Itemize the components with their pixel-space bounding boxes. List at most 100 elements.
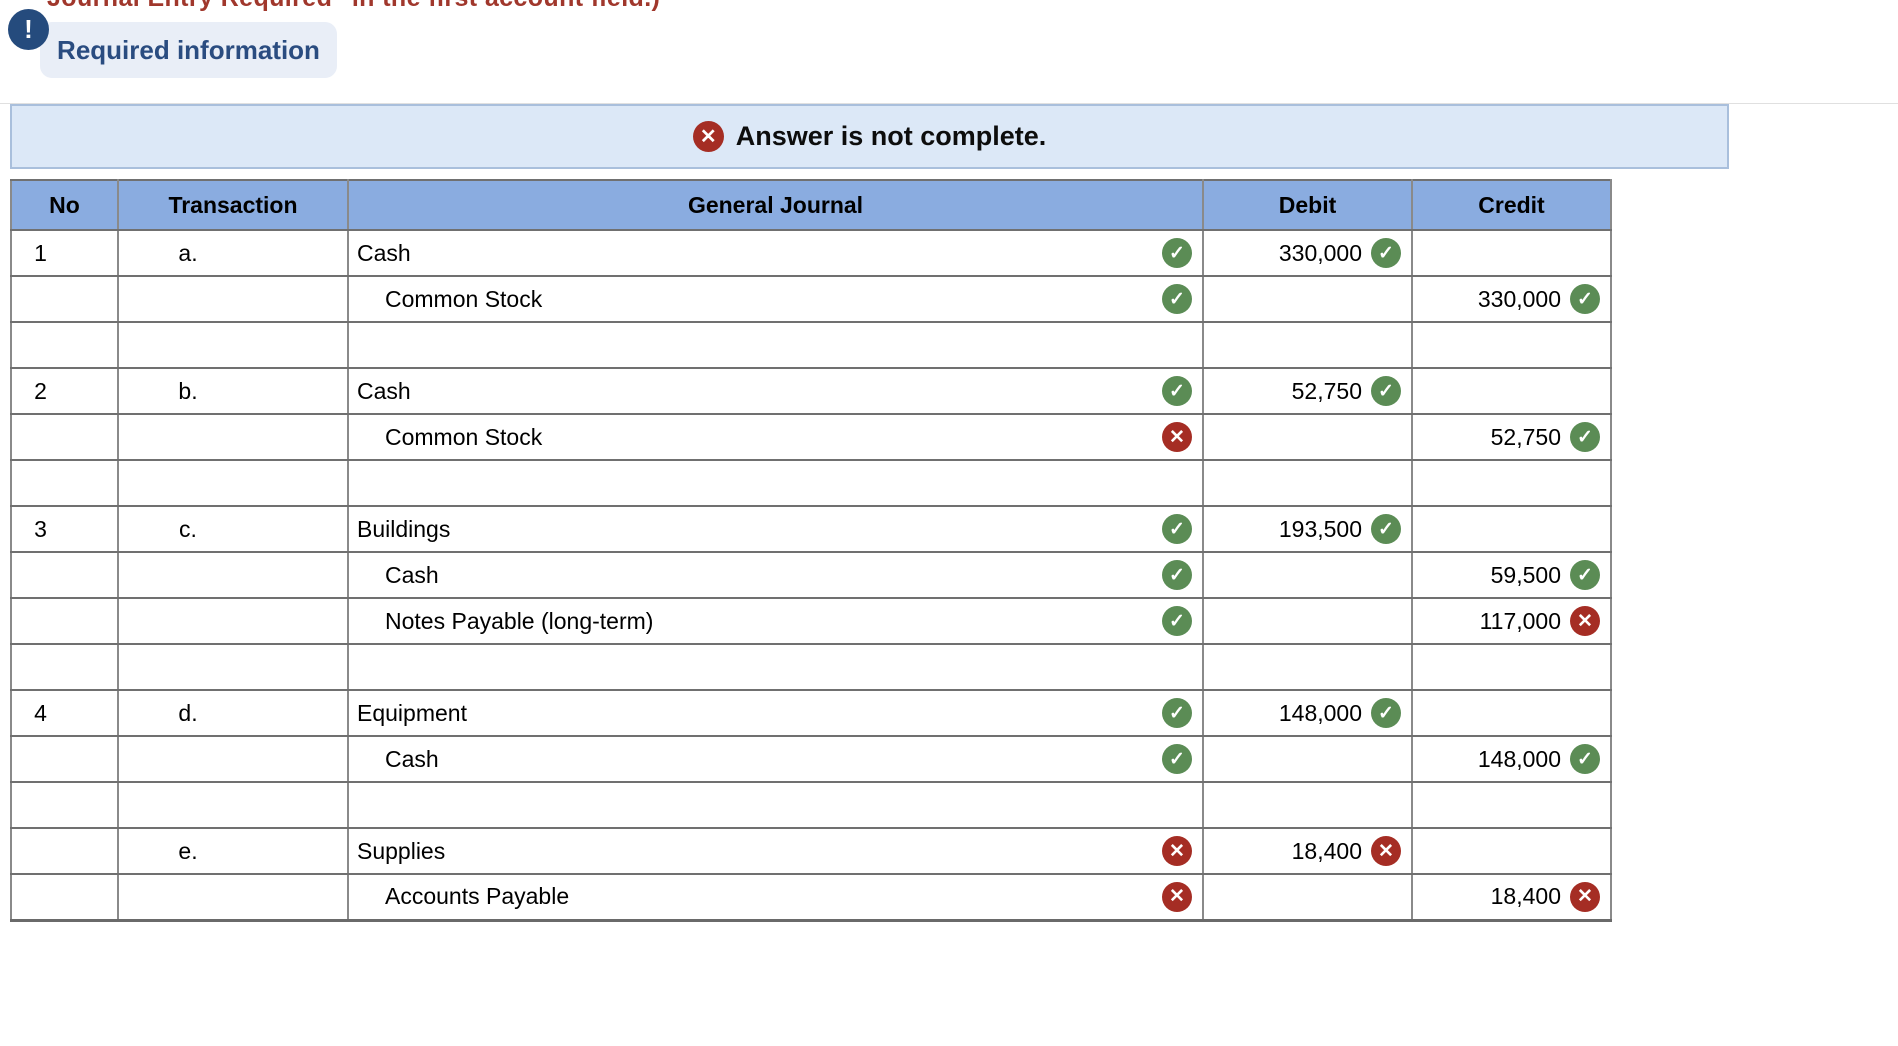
- truncated-instruction-text: Journal Entry Required" in the first acc…: [47, 0, 660, 13]
- credit-cell: [1411, 781, 1612, 829]
- credit-cell: 330,000 ✓: [1411, 275, 1612, 323]
- account-name: Accounts Payable: [385, 883, 570, 910]
- debit-amount: 330,000: [1278, 239, 1362, 266]
- account-cell: [347, 321, 1204, 369]
- transaction-cell: [117, 275, 349, 323]
- journal-row: [10, 321, 1612, 369]
- account-cell: Supplies ✕: [347, 827, 1204, 875]
- debit-cell: [1202, 643, 1413, 691]
- journal-row: Common Stock ✕ 52,750 ✓: [10, 413, 1612, 461]
- exclamation-icon: !: [8, 9, 49, 50]
- journal-row: 1 a. Cash ✓ 330,000 ✓: [10, 229, 1612, 277]
- check-circle-icon: ✓: [1570, 744, 1600, 774]
- answer-status-banner: ✕ Answer is not complete.: [10, 104, 1729, 169]
- check-circle-icon: ✓: [1371, 238, 1401, 268]
- no-cell: [10, 781, 119, 829]
- journal-row: 2 b. Cash ✓ 52,750 ✓: [10, 367, 1612, 415]
- debit-cell: 193,500 ✓: [1202, 505, 1413, 553]
- credit-cell: [1411, 459, 1612, 507]
- no-cell: 4: [10, 689, 119, 737]
- check-circle-icon: ✓: [1162, 606, 1192, 636]
- transaction-cell: [117, 321, 349, 369]
- general-journal-table: No Transaction General Journal Debit Cre…: [10, 179, 1612, 922]
- table-header-row: No Transaction General Journal Debit Cre…: [10, 179, 1612, 231]
- header-no: No: [10, 179, 119, 231]
- debit-cell: [1202, 321, 1413, 369]
- journal-row: Notes Payable (long-term) ✓ 117,000 ✕: [10, 597, 1612, 645]
- check-circle-icon: ✓: [1162, 560, 1192, 590]
- account-cell: [347, 781, 1204, 829]
- transaction-cell: a.: [117, 229, 349, 277]
- x-circle-icon: ✕: [1162, 422, 1192, 452]
- debit-cell: [1202, 781, 1413, 829]
- journal-row: Accounts Payable ✕ 18,400 ✕: [10, 873, 1612, 921]
- transaction-cell: c.: [117, 505, 349, 553]
- no-cell: [10, 873, 119, 921]
- journal-row: [10, 643, 1612, 691]
- account-name: Cash: [385, 561, 439, 588]
- account-name: Cash: [385, 745, 439, 772]
- account-cell: Cash ✓: [347, 229, 1204, 277]
- debit-cell: [1202, 459, 1413, 507]
- credit-cell: [1411, 827, 1612, 875]
- x-circle-icon: ✕: [1371, 836, 1401, 866]
- journal-row: 4 d. Equipment ✓ 148,000 ✓: [10, 689, 1612, 737]
- journal-row: [10, 459, 1612, 507]
- journal-row: Cash ✓ 148,000 ✓: [10, 735, 1612, 783]
- credit-cell: [1411, 321, 1612, 369]
- no-cell: 3: [10, 505, 119, 553]
- check-circle-icon: ✓: [1371, 698, 1401, 728]
- x-circle-icon: ✕: [1162, 881, 1192, 912]
- credit-cell: 18,400 ✕: [1411, 873, 1612, 921]
- transaction-cell: [117, 551, 349, 599]
- credit-amount: 18,400: [1490, 883, 1561, 910]
- header-debit: Debit: [1202, 179, 1413, 231]
- account-name: Cash: [357, 239, 411, 266]
- x-circle-icon: ✕: [1570, 881, 1600, 912]
- header-general-journal: General Journal: [347, 179, 1204, 231]
- transaction-cell: [117, 781, 349, 829]
- no-cell: [10, 321, 119, 369]
- account-cell: Accounts Payable ✕: [347, 873, 1204, 921]
- debit-cell: 148,000 ✓: [1202, 689, 1413, 737]
- required-information-pill: Required information: [40, 22, 337, 78]
- credit-cell: 148,000 ✓: [1411, 735, 1612, 783]
- debit-amount: 193,500: [1278, 515, 1362, 542]
- account-cell: Buildings ✓: [347, 505, 1204, 553]
- banner-message: Answer is not complete.: [735, 121, 1047, 151]
- transaction-cell: [117, 597, 349, 645]
- credit-amount: 330,000: [1477, 285, 1561, 312]
- question-review-page: Journal Entry Required" in the first acc…: [0, 0, 1898, 1046]
- debit-cell: 330,000 ✓: [1202, 229, 1413, 277]
- account-cell: Cash ✓: [347, 551, 1204, 599]
- no-cell: 1: [10, 229, 119, 277]
- journal-row: 3 c. Buildings ✓ 193,500 ✓: [10, 505, 1612, 553]
- transaction-cell: e.: [117, 827, 349, 875]
- no-cell: [10, 275, 119, 323]
- no-cell: [10, 643, 119, 691]
- no-cell: [10, 735, 119, 783]
- debit-amount: 52,750: [1291, 377, 1362, 404]
- debit-cell: 18,400 ✕: [1202, 827, 1413, 875]
- x-circle-icon: ✕: [692, 121, 724, 152]
- transaction-cell: [117, 459, 349, 507]
- credit-amount: 117,000: [1479, 607, 1561, 634]
- no-cell: [10, 413, 119, 461]
- check-circle-icon: ✓: [1570, 422, 1600, 452]
- no-cell: [10, 597, 119, 645]
- check-circle-icon: ✓: [1570, 560, 1600, 590]
- journal-row: e. Supplies ✕ 18,400 ✕: [10, 827, 1612, 875]
- credit-amount: 148,000: [1477, 745, 1561, 772]
- account-name: Common Stock: [385, 285, 543, 312]
- transaction-cell: [117, 413, 349, 461]
- account-cell: Cash ✓: [347, 735, 1204, 783]
- debit-cell: [1202, 735, 1413, 783]
- journal-row: Cash ✓ 59,500 ✓: [10, 551, 1612, 599]
- check-circle-icon: ✓: [1371, 376, 1401, 406]
- debit-cell: [1202, 551, 1413, 599]
- debit-cell: [1202, 413, 1413, 461]
- no-cell: [10, 827, 119, 875]
- account-cell: [347, 643, 1204, 691]
- credit-cell: 59,500 ✓: [1411, 551, 1612, 599]
- journal-table-body: 1 a. Cash ✓ 330,000 ✓ Common Stock ✓ 330,000 ✓ 2 b.…: [10, 229, 1612, 921]
